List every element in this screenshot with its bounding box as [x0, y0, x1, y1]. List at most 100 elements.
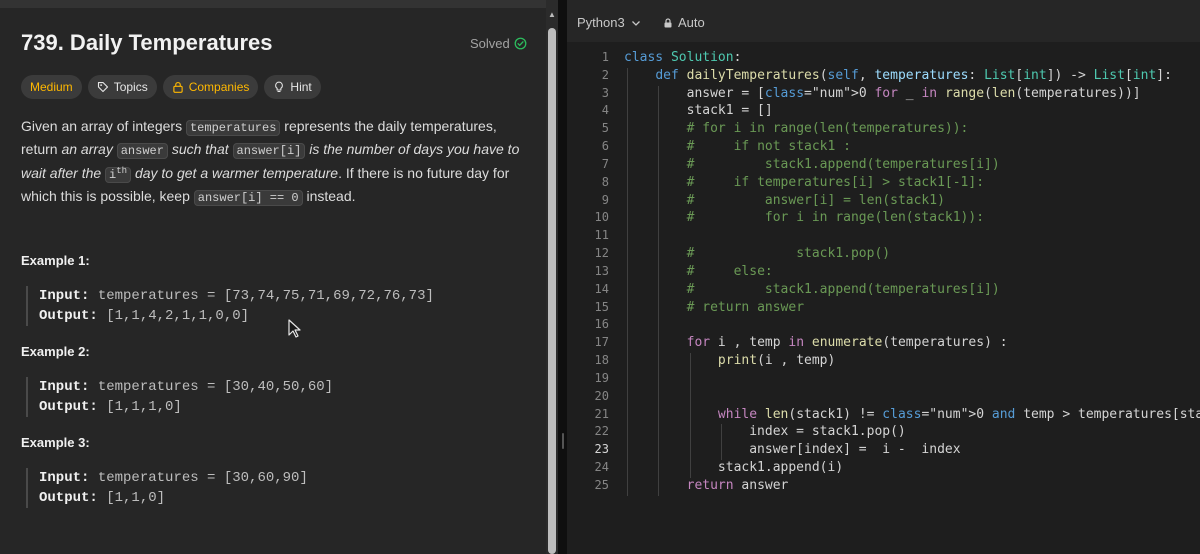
editor-toolbar: Python3 Auto	[567, 0, 1200, 42]
desc-italic: such that	[167, 140, 233, 157]
example-2-heading: Example 2:	[21, 344, 90, 359]
code-line[interactable]: while len(stack1) != class="num">0 and t…	[624, 407, 1200, 422]
code-line[interactable]: stack1.append(i)	[624, 460, 843, 475]
input-value: temperatures = [30,60,90]	[97, 470, 308, 486]
line-number: 20	[594, 388, 609, 403]
resize-grip-icon[interactable]	[562, 433, 564, 449]
line-number: 14	[594, 281, 609, 296]
code-line[interactable]: # for i in range(len(stack1)):	[624, 210, 984, 225]
auto-mode-label: Auto	[678, 15, 705, 30]
indent-guide	[658, 85, 660, 496]
example-input-line: Input: temperatures = [30,60,90]	[39, 468, 526, 488]
inline-code: ith	[105, 166, 132, 183]
line-number: 21	[594, 406, 609, 421]
input-value: temperatures = [73,74,75,71,69,72,76,73]	[97, 288, 434, 304]
mouse-pointer-icon	[288, 319, 301, 338]
line-number: 19	[594, 370, 609, 385]
line-number: 24	[594, 460, 609, 475]
code-panel: Python3 Auto 1 class Solution: 2 def daily…	[567, 0, 1200, 554]
companies-tag[interactable]: Companies	[162, 75, 259, 99]
example-output-line: Output: [1,1,4,2,1,1,0,0]	[39, 306, 526, 326]
code-line[interactable]: # if temperatures[i] > stack1[-1]:	[624, 175, 984, 190]
line-number: 13	[594, 263, 609, 278]
companies-label: Companies	[188, 80, 250, 94]
line-number: 5	[601, 121, 609, 136]
topics-label: Topics	[113, 80, 148, 94]
line-number: 23	[594, 442, 609, 457]
superscript: th	[116, 166, 128, 176]
problem-description: Given an array of integers temperatures …	[21, 116, 531, 208]
indent-guide	[720, 424, 722, 461]
inline-code: answer[i] == 0	[193, 189, 303, 206]
inline-code: temperatures	[185, 120, 281, 136]
example-3-heading: Example 3:	[21, 435, 90, 450]
inline-code: answer[i]	[232, 142, 306, 159]
indent-guide	[689, 353, 691, 478]
desc-text: instead.	[302, 187, 356, 204]
example-input-line: Input: temperatures = [73,74,75,71,69,72…	[39, 286, 526, 306]
line-number: 8	[601, 174, 609, 189]
line-number: 10	[594, 210, 609, 225]
code-line[interactable]: # stack1.append(temperatures[i])	[624, 157, 1000, 172]
line-number: 17	[594, 335, 609, 350]
example-1-block: Input: temperatures = [73,74,75,71,69,72…	[26, 286, 526, 326]
example-output-line: Output: [1,1,1,0]	[39, 397, 526, 417]
line-number: 11	[594, 228, 609, 243]
code-line[interactable]: def dailyTemperatures(self, temperatures…	[624, 68, 1172, 83]
code-line[interactable]: # return answer	[624, 300, 804, 315]
lock-icon	[664, 17, 672, 27]
panel-resize-gutter[interactable]	[558, 0, 567, 554]
code-line[interactable]: class Solution:	[624, 50, 741, 65]
input-label: Input:	[39, 379, 90, 395]
line-number: 12	[594, 246, 609, 261]
language-selector[interactable]: Python3	[577, 15, 641, 30]
code-line[interactable]: for i , temp in enumerate(temperatures) …	[624, 335, 1008, 350]
line-number: 4	[601, 103, 609, 118]
code-line[interactable]: # answer[i] = len(stack1)	[624, 193, 945, 208]
solved-status: Solved	[470, 36, 527, 51]
example-1-heading: Example 1:	[21, 253, 90, 268]
code-line[interactable]: # for i in range(len(temperatures)):	[624, 121, 969, 136]
line-number: 9	[601, 192, 609, 207]
line-number: 3	[601, 85, 609, 100]
line-number: 15	[594, 299, 609, 314]
difficulty-tag[interactable]: Medium	[21, 75, 82, 99]
auto-mode-toggle[interactable]: Auto	[663, 15, 705, 30]
example-output-line: Output: [1,1,0]	[39, 488, 526, 508]
problem-scrollbar-thumb[interactable]	[548, 28, 556, 554]
scroll-up-arrow-icon[interactable]: ▲	[548, 10, 556, 19]
code-line[interactable]: return answer	[624, 478, 789, 493]
line-number: 18	[594, 353, 609, 368]
line-number: 7	[601, 156, 609, 171]
code-line[interactable]: index = stack1.pop()	[624, 424, 906, 439]
code-line[interactable]: answer = [class="num">0 for _ in range(l…	[624, 86, 1141, 101]
desc-italic: an array	[61, 140, 117, 157]
line-number: 16	[594, 317, 609, 332]
code-line[interactable]: print(i , temp)	[624, 353, 835, 368]
tag-icon	[97, 81, 108, 93]
code-line[interactable]: # else:	[624, 264, 773, 279]
hint-tag[interactable]: Hint	[264, 75, 321, 99]
output-value: [1,1,1,0]	[106, 399, 182, 415]
line-number: 1	[601, 50, 609, 64]
desc-text: Given an array of integers	[21, 118, 186, 134]
output-value: [1,1,4,2,1,1,0,0]	[106, 308, 250, 324]
code-line[interactable]: # stack1.pop()	[624, 246, 891, 261]
hint-label: Hint	[290, 80, 312, 94]
output-label: Output:	[39, 399, 98, 415]
example-3-block: Input: temperatures = [30,60,90] Output:…	[26, 468, 526, 508]
topics-tag[interactable]: Topics	[87, 75, 157, 99]
code-line[interactable]: answer[index] = i - index	[624, 442, 960, 457]
code-line[interactable]: # stack1.append(temperatures[i])	[624, 282, 1000, 297]
language-label: Python3	[577, 15, 625, 30]
output-label: Output:	[39, 490, 98, 506]
code-line[interactable]: stack1 = []	[624, 103, 773, 118]
panel-header-bar	[0, 0, 546, 8]
line-number: 22	[594, 424, 609, 439]
input-label: Input:	[39, 288, 90, 304]
input-label: Input:	[39, 470, 90, 486]
indent-guide	[627, 67, 628, 496]
solved-label: Solved	[470, 36, 510, 51]
inline-code: answer	[116, 142, 168, 159]
desc-italic: day to get a warmer temperature	[131, 165, 339, 181]
